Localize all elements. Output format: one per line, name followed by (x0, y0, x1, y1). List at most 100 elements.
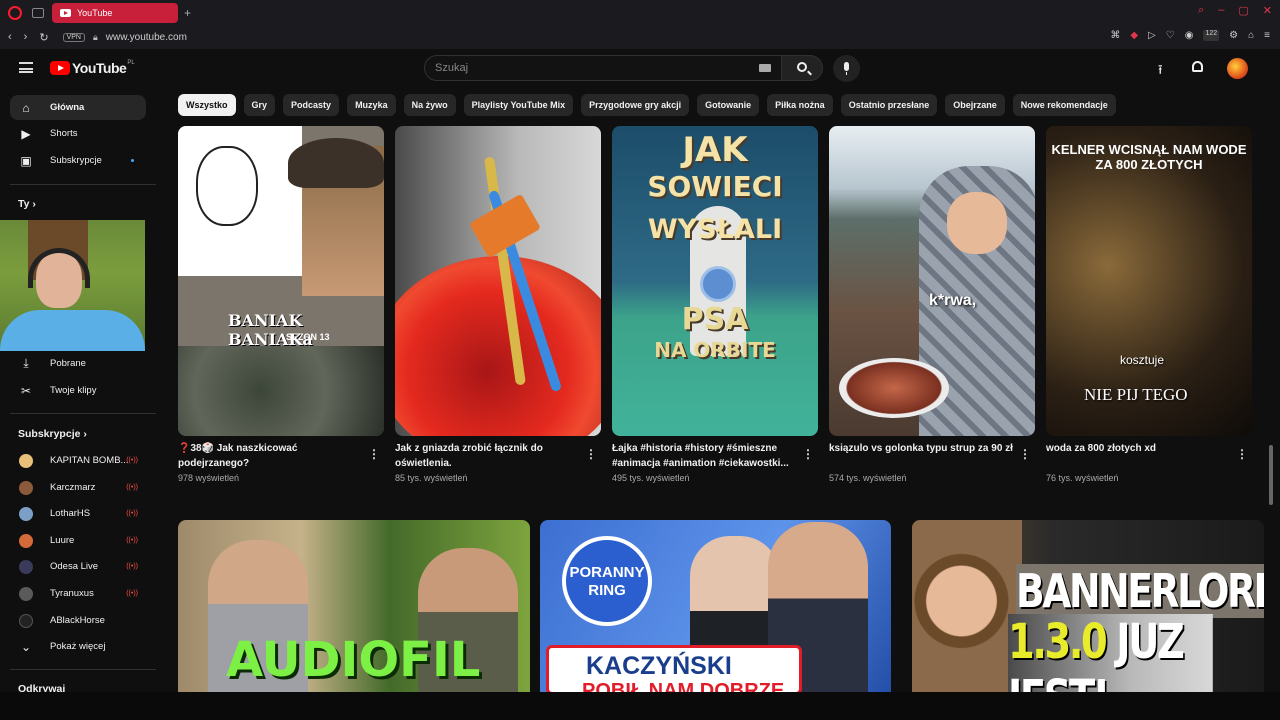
sidebar-item-label: Twoje klipy (50, 385, 97, 396)
opera-logo-icon[interactable] (8, 5, 22, 20)
extensions-icon[interactable]: ⚙ (1229, 30, 1238, 41)
search-button[interactable] (781, 55, 823, 81)
tab-title: YouTube (77, 7, 113, 18)
thumbnail-overlay-text: PORANNY RING (569, 564, 645, 599)
chip-6[interactable]: Przygodowe gry akcji (581, 94, 690, 116)
short-title[interactable]: woda za 800 złotych xd (1046, 441, 1231, 456)
video-thumbnail[interactable]: PORANNY RING KACZYŃSKI POBIŁ NAM DOBRZE (540, 520, 891, 692)
more-options-icon[interactable]: ⋮ (1236, 447, 1248, 461)
subscription-item[interactable]: ABlackHorse (10, 608, 146, 633)
hamburger-menu-icon[interactable] (19, 62, 33, 73)
chip-8[interactable]: Piłka nożna (767, 94, 833, 116)
extension-badge[interactable]: 122 (1203, 30, 1220, 41)
youtube-logo[interactable]: YouTube PL (50, 60, 135, 76)
chip-2[interactable]: Podcasty (283, 94, 340, 116)
browser-tab-youtube[interactable]: YouTube (52, 2, 178, 23)
youtube-logo-icon (50, 61, 70, 75)
show-more-button[interactable]: ⌄ Pokaż więcej (10, 634, 146, 659)
you-heading[interactable]: Ty › (18, 198, 36, 210)
youtube-favicon-icon (60, 8, 71, 17)
video-thumbnail[interactable]: AUDIOFIL (178, 520, 530, 692)
short-thumbnail[interactable]: JAK SOWIECI WYSŁALI PSA NA ORBITE (612, 126, 818, 436)
short-views: 978 wyświetleń (178, 473, 240, 483)
more-options-icon[interactable]: ⋮ (585, 447, 597, 461)
short-title[interactable]: ❓38🎲 Jak naszkicować podejrzanego? (178, 441, 363, 471)
thumbnail-overlay-text: AUDIOFIL (226, 632, 481, 688)
minimize-icon[interactable]: – (1218, 4, 1224, 17)
short-thumbnail[interactable]: KELNER WCISNĄŁ NAM WODE ZA 800 ZŁOTYCH k… (1046, 126, 1252, 436)
home-icon: ⌂ (22, 100, 30, 115)
snapshot-icon[interactable]: ⌘ (1110, 30, 1120, 41)
short-thumbnail[interactable]: k*rwa, (829, 126, 1035, 436)
subscriptions-icon: ▣ (20, 153, 32, 168)
chip-5[interactable]: Playlisty YouTube Mix (463, 94, 574, 116)
thumbnail-overlay-text: NA ORBITE (654, 338, 776, 362)
profile-icon[interactable]: ⌂ (1248, 30, 1254, 41)
back-icon[interactable]: ‹ (8, 31, 12, 44)
subscription-item[interactable]: KAPITAN BOMB... ((•)) (10, 448, 146, 473)
sidebar-item-shorts[interactable]: ▶︎ Shorts (10, 121, 146, 146)
account-icon[interactable]: ◉ (1185, 30, 1194, 41)
short-title[interactable]: ksiązulo vs golonka typu strup za 90 zł (829, 441, 1014, 456)
chip-10[interactable]: Obejrzane (945, 94, 1005, 116)
scrollbar[interactable] (1269, 445, 1273, 505)
thumbnail-overlay-text: 1.3.0 JUZ JEST! (1008, 614, 1213, 692)
subscriptions-heading[interactable]: Subskrypcje › (18, 428, 87, 440)
menu-icon[interactable]: ≡ (1264, 30, 1270, 41)
maximize-icon[interactable]: ▢ (1238, 4, 1248, 17)
chip-1[interactable]: Gry (243, 94, 276, 116)
chip-9[interactable]: Ostatnio przesłane (840, 94, 938, 116)
url-field[interactable]: www.youtube.com (106, 32, 187, 43)
play-icon[interactable]: ▷ (1148, 30, 1156, 41)
video-thumbnail[interactable]: BANNERLORD 1.3.0 JUZ JEST! (912, 520, 1264, 692)
lock-icon[interactable]: 🔒︎ (93, 32, 98, 43)
thumbnail-overlay-text: SOWIECI (647, 170, 783, 203)
keyboard-icon[interactable] (759, 64, 771, 72)
short-thumbnail[interactable] (395, 126, 601, 436)
chip-11[interactable]: Nowe rekomendacje (1012, 94, 1116, 116)
search-input[interactable] (425, 56, 745, 80)
channel-avatar (19, 506, 33, 521)
sidebar-item-clips[interactable]: ✂ Twoje klipy (10, 378, 146, 403)
chip-0[interactable]: Wszystko (178, 94, 236, 116)
heart-icon[interactable]: ♡ (1166, 30, 1175, 41)
workspaces-icon[interactable] (32, 7, 44, 18)
scissors-icon: ✂ (20, 383, 32, 398)
subscription-item[interactable]: Odesa Live ((•)) (10, 554, 146, 579)
divider (10, 184, 156, 185)
voice-search-button[interactable] (833, 55, 860, 82)
chip-4[interactable]: Na żywo (403, 94, 456, 116)
chip-7[interactable]: Gotowanie (697, 94, 760, 116)
more-options-icon[interactable]: ⋮ (802, 447, 814, 461)
short-title[interactable]: Jak z gniazda zrobić łącznik do oświetle… (395, 441, 580, 471)
subscription-item[interactable]: Tyranuxus ((•)) (10, 581, 146, 606)
pocket-icon[interactable]: ◆ (1130, 30, 1138, 41)
sidebar: ⌂ Główna ▶︎ Shorts ▣ Subskrypcje Ty › ⤓ … (0, 87, 166, 695)
vpn-badge[interactable]: VPN (62, 32, 85, 42)
short-title[interactable]: Łajka #historia #history #śmieszne #anim… (612, 441, 797, 471)
subscription-item[interactable]: Karczmarz ((•)) (10, 475, 146, 500)
short-thumbnail[interactable]: BANIAK BANIAKa SEZON 13 (178, 126, 384, 436)
shorts-icon: ▶︎ (21, 126, 31, 141)
new-tab-button[interactable]: + (184, 6, 191, 20)
account-avatar[interactable] (1227, 58, 1248, 79)
upload-icon[interactable]: ⭱ (1158, 61, 1163, 83)
thumbnail-overlay-text: kosztuje (1120, 353, 1165, 367)
more-options-icon[interactable]: ⋮ (368, 447, 380, 461)
taskbar (0, 692, 1280, 720)
thumbnail-overlay-text: PSA (681, 302, 749, 337)
reload-icon[interactable]: ↻ (39, 31, 48, 44)
more-options-icon[interactable]: ⋮ (1019, 447, 1031, 461)
notifications-bell-icon[interactable] (1192, 61, 1203, 72)
search-tabs-icon[interactable]: ⌕ (1198, 4, 1204, 17)
sidebar-item-downloads[interactable]: ⤓ Pobrane (10, 351, 146, 376)
forward-icon[interactable]: › (24, 31, 28, 44)
subscription-item[interactable]: LotharHS ((•)) (10, 501, 146, 526)
close-window-icon[interactable]: ✕ (1263, 4, 1272, 17)
sidebar-item-subscriptions[interactable]: ▣ Subskrypcje (10, 148, 146, 173)
sidebar-item-home[interactable]: ⌂ Główna (10, 95, 146, 120)
channel-avatar (19, 613, 33, 628)
thumbnail-overlay-text: NIE PIJ TEGO (1084, 385, 1188, 404)
chip-3[interactable]: Muzyka (347, 94, 396, 116)
subscription-item[interactable]: Luure ((•)) (10, 528, 146, 553)
